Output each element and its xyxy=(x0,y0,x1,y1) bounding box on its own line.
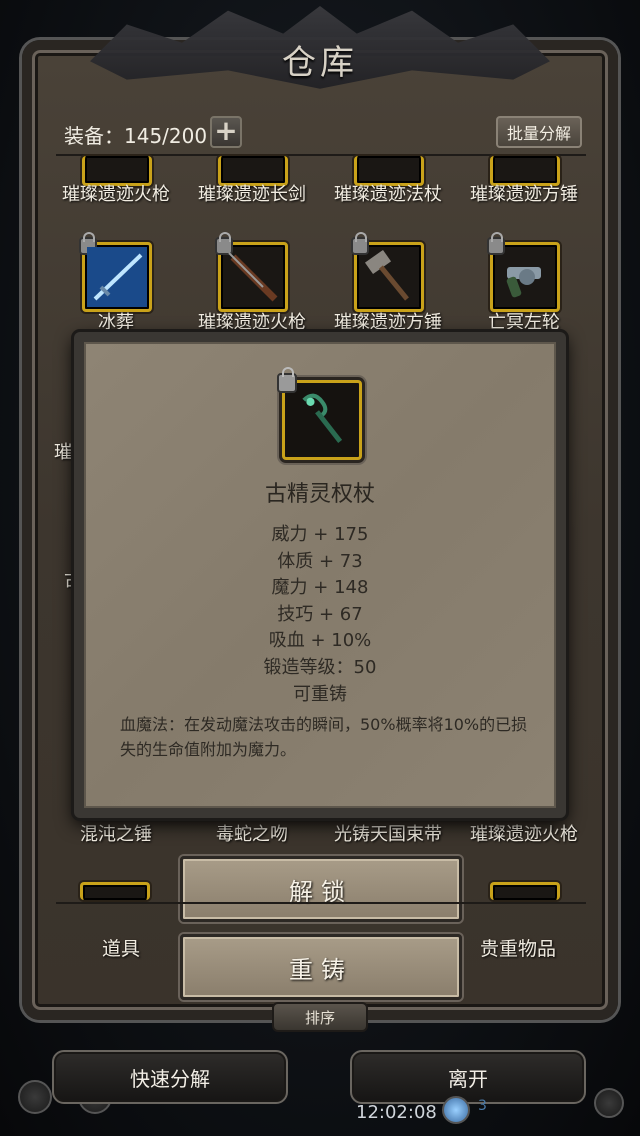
item-slot-musket[interactable] xyxy=(215,232,288,312)
stat-forge-level: 锻造等级：50 xyxy=(263,656,377,678)
stat-reforgeable: 可重铸 xyxy=(293,683,347,705)
unlock-button[interactable]: 解锁 xyxy=(180,856,462,922)
item-label: 璀璨遗迹火枪 xyxy=(470,824,578,845)
musket-icon xyxy=(228,252,278,302)
hammer-icon xyxy=(364,249,409,301)
tab-divider xyxy=(56,902,586,904)
sword-icon xyxy=(87,247,147,307)
stat-power: 威力 + 175 xyxy=(271,524,369,545)
leave-button[interactable]: 离开 xyxy=(350,1050,586,1104)
bulk-decompose-button[interactable]: 批量分解 xyxy=(496,116,582,148)
clock: 12:02:08 xyxy=(356,1102,437,1123)
expand-capacity-button[interactable]: + xyxy=(210,116,242,148)
notification-count: 3 xyxy=(478,1098,487,1114)
item-slot-hammer[interactable] xyxy=(351,232,424,312)
item-description: 血魔法：在发动魔法攻击的瞬间，50%概率将10%的已损失的生命值附加为魔力。 xyxy=(120,715,528,759)
item-label: 璀璨遗迹火枪 xyxy=(62,184,170,205)
title-plate: 仓库 xyxy=(240,28,400,90)
item-slot-ice-burial[interactable] xyxy=(79,232,152,312)
revolver-icon xyxy=(506,267,541,298)
stat-constitution: 体质 + 73 xyxy=(277,550,363,572)
stat-magic: 魔力 + 148 xyxy=(271,577,369,599)
item-detail-popup: 古精灵权杖 威力 + 175 体质 + 73 魔力 + 148 技巧 + 67 … xyxy=(74,332,566,818)
item-label: 冰葬 xyxy=(98,312,134,333)
item-label: 璀璨遗迹法杖 xyxy=(334,184,442,205)
plus-icon[interactable] xyxy=(594,1088,624,1118)
item-label: 璀璨遗迹长剑 xyxy=(198,184,306,205)
reforge-button[interactable]: 重铸 xyxy=(180,934,462,1000)
item-name: 古精灵权杖 xyxy=(264,482,375,507)
item-slot-revolver[interactable] xyxy=(487,232,560,312)
item-label: 璀璨遗迹方锤 xyxy=(470,184,578,205)
tab-items[interactable]: 道具 xyxy=(102,934,140,961)
scepter-icon xyxy=(302,393,343,443)
item-label: 混沌之锤 xyxy=(80,824,152,845)
item-slot[interactable] xyxy=(80,882,150,900)
item-slot[interactable] xyxy=(490,882,560,900)
stat-lifesteal: 吸血 + 10% xyxy=(268,630,372,652)
item-label: 毒蛇之吻 xyxy=(216,824,288,845)
gear-icon[interactable] xyxy=(18,1080,52,1114)
item-label: 亡冥左轮 xyxy=(488,312,560,333)
item-stats: 威力 + 175 体质 + 73 魔力 + 148 技巧 + 67 吸血 + 1… xyxy=(86,522,554,708)
header-row: 装备：145/200 + 批量分解 xyxy=(60,114,586,152)
quick-decompose-button[interactable]: 快速分解 xyxy=(52,1050,288,1104)
sort-button[interactable]: 排序 xyxy=(272,1002,368,1032)
item-label: 光铸天国束带 xyxy=(334,824,442,845)
page-title: 仓库 xyxy=(282,42,358,83)
item-preview xyxy=(277,367,362,460)
item-label: 璀璨遗迹火枪 xyxy=(198,312,306,333)
notification-icon[interactable] xyxy=(442,1096,470,1124)
popup-body: 古精灵权杖 威力 + 175 体质 + 73 魔力 + 148 技巧 + 67 … xyxy=(84,342,556,808)
tab-valuables[interactable]: 贵重物品 xyxy=(480,934,556,961)
item-label: 璀璨遗迹方锤 xyxy=(334,312,442,333)
equip-count: 装备：145/200 xyxy=(64,124,208,148)
stat-skill: 技巧 + 67 xyxy=(277,603,363,625)
